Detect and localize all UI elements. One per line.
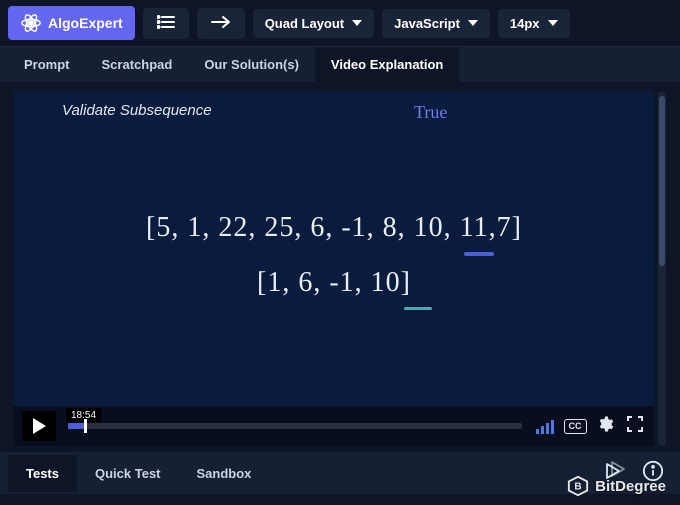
cc-icon: CC [564,419,587,434]
info-icon [642,460,664,487]
stacked-play-icon [603,460,627,487]
layout-select[interactable]: Quad Layout [253,9,374,38]
language-select[interactable]: JavaScript [382,9,490,38]
captions-toggle[interactable]: CC [564,415,586,437]
main-array: [5, 1, 22, 25, 6, -1, 8, 10, 11,7] [14,212,654,244]
lesson-title: Validate Subsequence [62,102,212,119]
brand-logo[interactable]: AlgoExpert [8,6,135,40]
top-toolbar: AlgoExpert Quad Layout JavaScript 14px [0,0,680,46]
info-button[interactable] [640,460,666,486]
tab-solutions[interactable]: Our Solution(s) [188,47,315,82]
underline-mark [404,307,432,310]
tab-prompt[interactable]: Prompt [8,47,86,82]
tab-scratchpad[interactable]: Scratchpad [86,47,189,82]
scrollbar-thumb [659,96,665,266]
main-tabs: Prompt Scratchpad Our Solution(s) Video … [0,46,680,82]
caret-down-icon [468,20,478,26]
video-frame[interactable]: Validate Subsequence True [5, 1, 22, 25,… [14,92,654,446]
play-button[interactable] [22,411,56,441]
video-panel: Validate Subsequence True [5, 1, 22, 25,… [14,92,666,446]
progress-slider[interactable] [68,423,522,429]
gear-icon [596,415,614,438]
play-icon [33,418,46,434]
tab-tests[interactable]: Tests [8,455,77,492]
tab-quick-test[interactable]: Quick Test [77,455,179,492]
video-controls: 18:54 CC [14,406,654,446]
list-icon [157,15,175,32]
underline-mark [464,252,494,256]
tab-video[interactable]: Video Explanation [315,47,459,82]
bottom-tabs: Tests Quick Test Sandbox [0,452,680,494]
fullscreen-button[interactable] [624,415,646,437]
panel-scrollbar[interactable] [658,92,666,446]
next-button[interactable] [197,8,245,39]
layout-label: Quad Layout [265,16,344,31]
caret-down-icon [548,20,558,26]
fontsize-label: 14px [510,16,540,31]
volume-icon [536,418,554,434]
annotation-true: True [414,102,447,123]
brand-name: AlgoExpert [48,15,123,31]
language-label: JavaScript [394,16,460,31]
volume-control[interactable] [534,415,556,437]
fontsize-select[interactable]: 14px [498,9,570,38]
settings-button[interactable] [594,415,616,437]
arrow-right-icon [211,15,231,32]
run-all-button[interactable] [602,460,628,486]
tab-sandbox[interactable]: Sandbox [179,455,270,492]
list-button[interactable] [143,8,189,39]
caret-down-icon [352,20,362,26]
progress-knob [84,419,87,433]
sub-array: [1, 6, -1, 10] [14,267,654,299]
fullscreen-icon [627,416,643,437]
atom-icon [20,12,42,34]
